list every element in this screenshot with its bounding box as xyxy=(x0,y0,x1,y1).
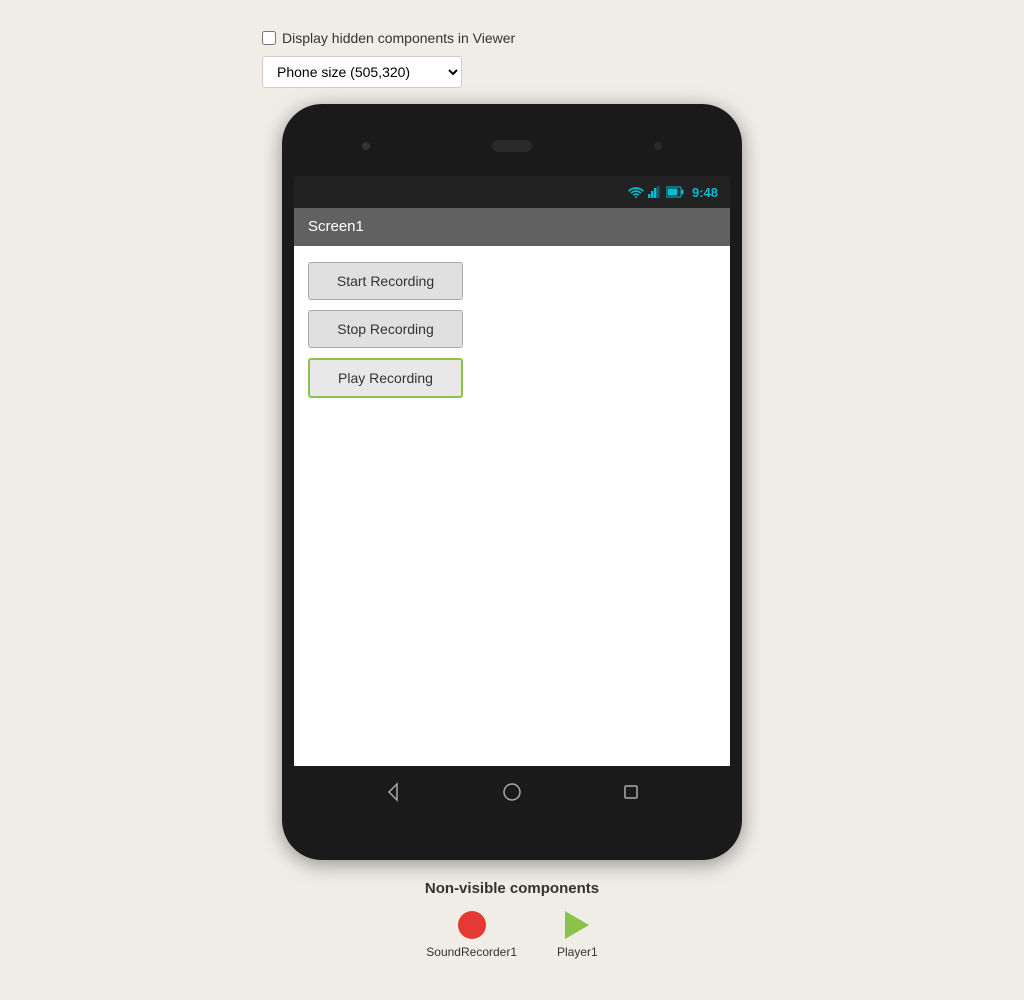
stop-recording-button[interactable]: Stop Recording xyxy=(308,310,463,348)
front-camera-right xyxy=(654,142,662,150)
camera-dot xyxy=(362,142,370,150)
nav-back-icon[interactable] xyxy=(383,782,403,802)
non-visible-items: SoundRecorder1 Player1 xyxy=(425,911,599,959)
signal-icon xyxy=(648,186,662,198)
non-visible-title: Non-visible components xyxy=(425,880,599,897)
size-select[interactable]: Phone size (505,320) Tablet size (1024,6… xyxy=(262,56,462,88)
battery-icon xyxy=(666,186,684,198)
hidden-components-label: Display hidden components in Viewer xyxy=(282,30,515,46)
speaker-grill xyxy=(492,140,532,152)
player-icon xyxy=(565,911,589,939)
screen-content: Start Recording Stop Recording Play Reco… xyxy=(294,246,730,766)
sound-recorder-icon xyxy=(458,911,486,939)
sound-recorder-label: SoundRecorder1 xyxy=(426,945,517,959)
start-recording-button[interactable]: Start Recording xyxy=(308,262,463,300)
non-visible-section: Non-visible components SoundRecorder1 Pl… xyxy=(425,880,599,959)
nav-recents-icon[interactable] xyxy=(621,782,641,802)
app-title: Screen1 xyxy=(308,218,364,235)
top-controls: Display hidden components in Viewer Phon… xyxy=(262,30,762,88)
checkbox-row: Display hidden components in Viewer xyxy=(262,30,762,46)
player-item: Player1 xyxy=(557,911,598,959)
phone-nav-bar xyxy=(294,766,730,818)
status-bar: 9:48 xyxy=(294,176,730,208)
play-recording-button[interactable]: Play Recording xyxy=(308,358,463,398)
status-icons: 9:48 xyxy=(628,185,718,200)
phone-bottom-bar xyxy=(294,818,730,848)
phone-screen: 9:48 Screen1 Start Recording Stop Record… xyxy=(294,176,730,818)
player-label: Player1 xyxy=(557,945,598,959)
wifi-icon xyxy=(628,186,644,198)
hidden-components-checkbox[interactable] xyxy=(262,31,276,45)
app-bar: Screen1 xyxy=(294,208,730,246)
phone-top-bar xyxy=(294,116,730,176)
status-time: 9:48 xyxy=(692,185,718,200)
nav-home-icon[interactable] xyxy=(502,782,522,802)
phone-frame: 9:48 Screen1 Start Recording Stop Record… xyxy=(282,104,742,860)
sound-recorder-item: SoundRecorder1 xyxy=(426,911,517,959)
